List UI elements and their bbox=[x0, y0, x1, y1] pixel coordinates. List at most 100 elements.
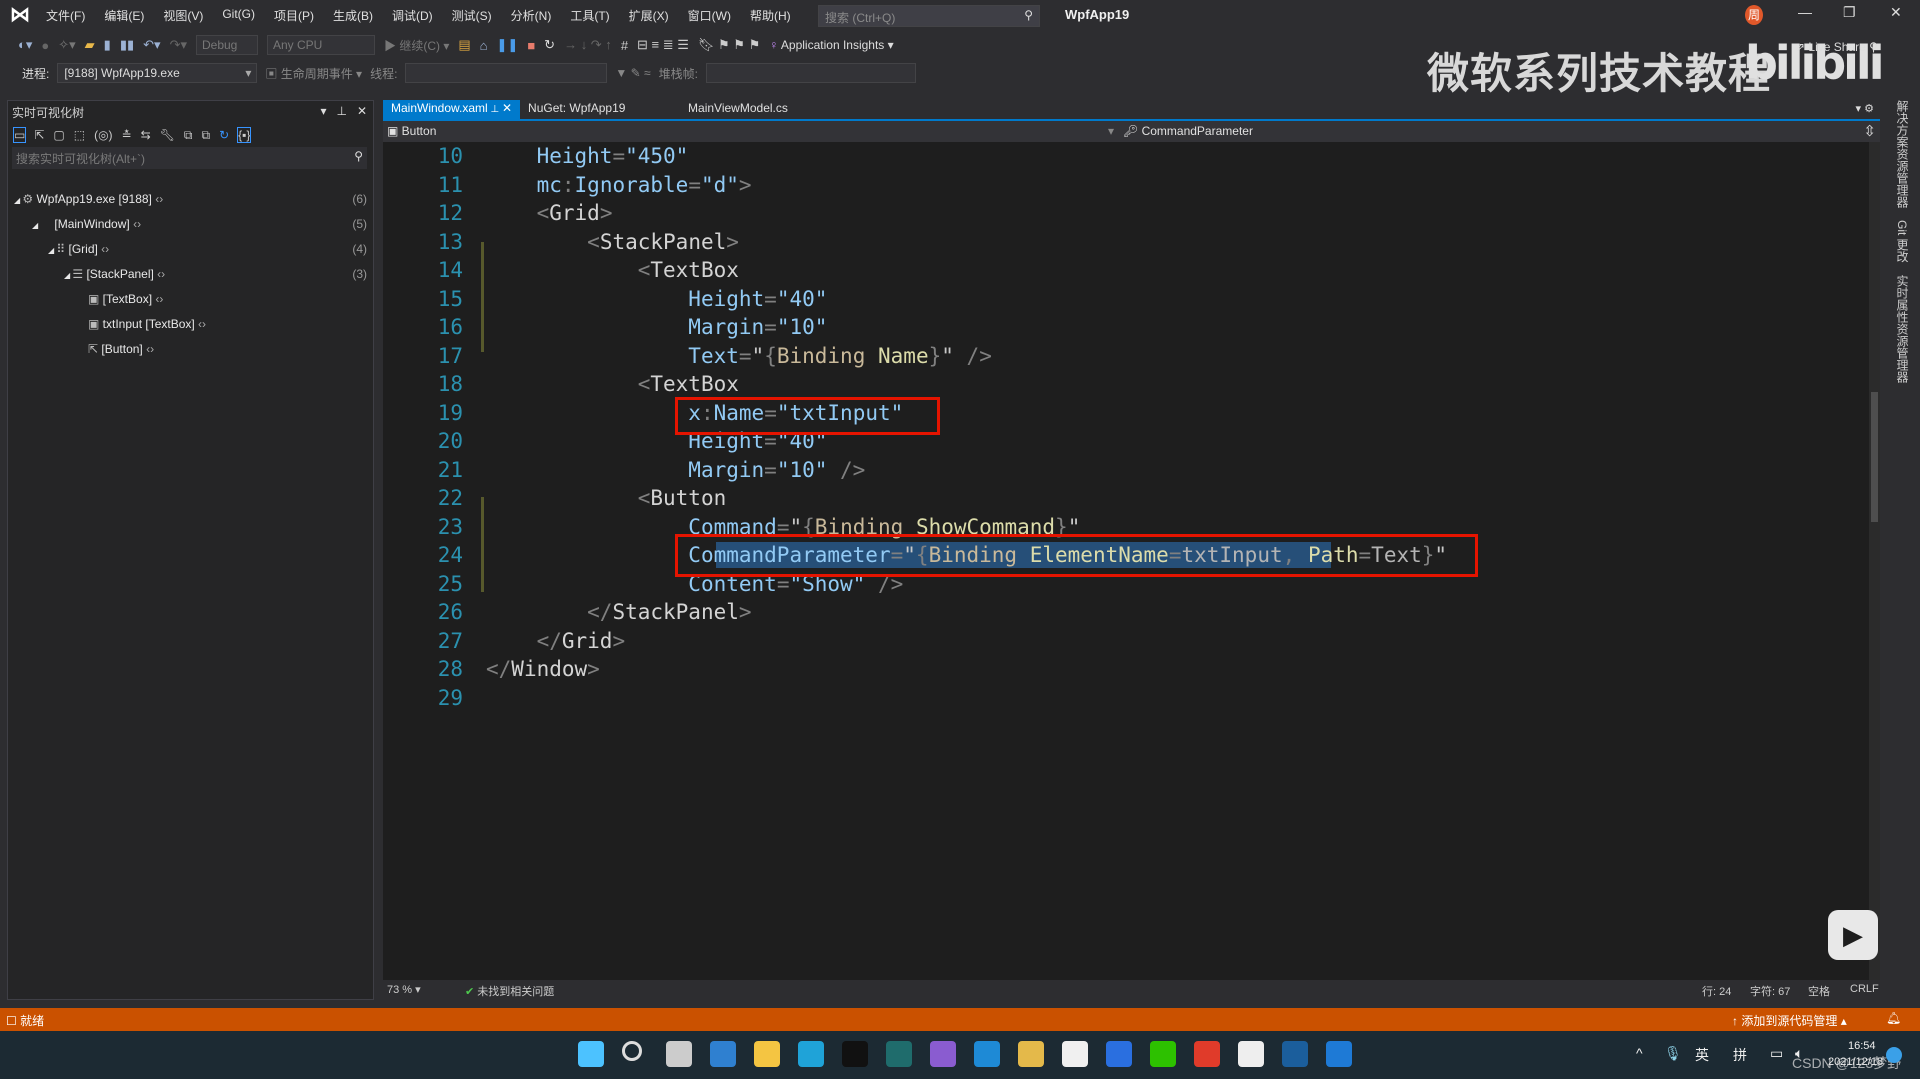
stack-frame-dropdown[interactable] bbox=[705, 63, 916, 83]
step-icons[interactable]: → ↓ ↷ ↑ bbox=[564, 37, 612, 53]
notification-badge-icon[interactable] bbox=[1886, 1047, 1902, 1063]
typora-icon[interactable] bbox=[1238, 1041, 1264, 1067]
lifecycle-events[interactable]: ▣ 生命周期事件 ▾ bbox=[265, 65, 362, 82]
config-dropdown[interactable]: Debug bbox=[195, 35, 258, 55]
tab-mainwindow-xaml[interactable]: MainWindow.xaml ⊥ ✕ bbox=[383, 100, 521, 119]
menu-item[interactable]: 测试(S) bbox=[452, 7, 492, 24]
visual-studio-icon[interactable] bbox=[930, 1041, 956, 1067]
close-tab-icon[interactable]: ✕ bbox=[502, 101, 512, 115]
save-icon[interactable]: ▮ bbox=[104, 37, 111, 53]
forward-icon[interactable]: ● bbox=[41, 38, 49, 53]
pin-icon[interactable]: ⊥ bbox=[488, 104, 502, 115]
tray-overflow-icon[interactable]: ^ bbox=[1636, 1045, 1643, 1061]
file-explorer-icon[interactable] bbox=[754, 1041, 780, 1067]
platform-dropdown[interactable]: Any CPU bbox=[266, 35, 375, 55]
tab-nuget-wpfapp19[interactable]: NuGet: WpfApp19 bbox=[520, 100, 680, 119]
code-line[interactable]: 11 mc:Ignorable="d"> bbox=[383, 171, 1863, 200]
notification-icon[interactable]: 🔔︎ bbox=[1886, 1011, 1901, 1025]
start-icon[interactable] bbox=[578, 1041, 604, 1067]
pin-icon[interactable]: ⊥ bbox=[336, 104, 346, 118]
code-line[interactable]: 22 <Button bbox=[383, 484, 1863, 513]
code-line[interactable]: 13 <StackPanel> bbox=[383, 228, 1863, 257]
ime-mode[interactable]: 拼 bbox=[1733, 1045, 1747, 1065]
bookmark-icons[interactable]: 🔖︎ ⚑ ⚑ ⚑ bbox=[698, 37, 760, 53]
edge-icon[interactable] bbox=[798, 1041, 824, 1067]
app-red-icon[interactable] bbox=[1194, 1041, 1220, 1067]
menu-item[interactable]: 文件(F) bbox=[46, 7, 85, 24]
menu-item[interactable]: 分析(N) bbox=[511, 7, 552, 24]
undo-icon[interactable]: ↶▾ bbox=[143, 37, 160, 53]
power-automate-icon[interactable] bbox=[1106, 1041, 1132, 1067]
hex-icon[interactable]: # bbox=[621, 38, 628, 53]
spaces-indicator[interactable]: 空格 bbox=[1808, 983, 1830, 999]
network-icon[interactable]: ▭ bbox=[1770, 1045, 1783, 1062]
task-view-icon[interactable] bbox=[666, 1041, 692, 1067]
open-icon[interactable]: ▰ bbox=[85, 37, 95, 53]
tab-overflow-icon[interactable]: ▾ ⚙ bbox=[1856, 102, 1874, 115]
code-line[interactable]: 17 Text="{Binding Name}" /> bbox=[383, 342, 1863, 371]
tree-item[interactable]: ◢ [MainWindow] ‹› (5) bbox=[8, 213, 373, 235]
menu-item[interactable]: 窗口(W) bbox=[688, 7, 731, 24]
app-insights-button[interactable]: ♀ Application Insights ▾ bbox=[769, 38, 893, 52]
menu-item[interactable]: 帮助(H) bbox=[750, 7, 791, 24]
code-line[interactable]: 15 Height="40" bbox=[383, 285, 1863, 314]
live-edit-icon[interactable]: ‹› bbox=[152, 292, 163, 306]
preview-icon[interactable]: {▪} bbox=[237, 127, 252, 143]
clock-time[interactable]: 16:54 bbox=[1848, 1040, 1876, 1052]
menu-item[interactable]: 项目(P) bbox=[274, 7, 314, 24]
feedback-icon[interactable]: ⚲ bbox=[1869, 40, 1878, 54]
code-line[interactable]: 19 x:Name="txtInput" bbox=[383, 399, 1863, 428]
minimize-button[interactable]: — bbox=[1798, 4, 1812, 20]
member-dropdown[interactable]: 🔑︎ CommandParameter bbox=[1123, 124, 1253, 138]
tree-item[interactable]: ◢ ⚙ WpfApp19.exe [9188] ‹› (6) bbox=[8, 188, 373, 210]
filter-icons[interactable]: ▼ ✎ ≈ bbox=[615, 66, 650, 80]
code-line[interactable]: 16 Margin="10" bbox=[383, 313, 1863, 342]
search-icon[interactable] bbox=[622, 1041, 642, 1061]
app-teal-icon[interactable] bbox=[886, 1041, 912, 1067]
live-edit-icon[interactable]: ‹› bbox=[154, 267, 165, 281]
menu-item[interactable]: 视图(V) bbox=[163, 7, 203, 24]
menu-item[interactable]: 调试(D) bbox=[392, 7, 433, 24]
store-icon[interactable] bbox=[1062, 1041, 1088, 1067]
app-yellow-icon[interactable] bbox=[1018, 1041, 1044, 1067]
expand-icon[interactable]: ⧉ bbox=[184, 128, 193, 143]
menu-item[interactable]: 工具(T) bbox=[570, 7, 609, 24]
redo-icon[interactable]: ↷▾ bbox=[170, 37, 187, 53]
code-line[interactable]: 20 Height="40" bbox=[383, 427, 1863, 456]
close-window-button[interactable]: ✕ bbox=[1890, 4, 1902, 21]
menu-item[interactable]: 扩展(X) bbox=[629, 7, 669, 24]
expand-arrow-icon[interactable]: ◢ bbox=[32, 221, 40, 230]
live-edit-icon[interactable]: ‹› bbox=[98, 242, 109, 256]
code-line[interactable]: 28 </Window> bbox=[383, 655, 1863, 684]
live-visual-icon[interactable]: ⌂ bbox=[480, 38, 488, 53]
refresh-icon[interactable]: ↻ bbox=[219, 128, 229, 142]
vertical-scrollbar[interactable] bbox=[1869, 142, 1880, 980]
right-tab[interactable]: Git 更改 bbox=[1894, 220, 1911, 263]
eol-indicator[interactable]: CRLF bbox=[1850, 983, 1879, 995]
close-icon[interactable]: ✕ bbox=[357, 104, 367, 118]
qq-icon[interactable] bbox=[842, 1041, 868, 1067]
zoom-level[interactable]: 73 % ▾ bbox=[387, 983, 421, 996]
right-tab[interactable]: 解决方案资源管理器 bbox=[1894, 100, 1911, 208]
collapse-icon[interactable]: ⧉ bbox=[202, 128, 211, 143]
restore-button[interactable]: ❐ bbox=[1843, 4, 1856, 21]
user-avatar[interactable]: 周 bbox=[1745, 5, 1763, 25]
vscode-icon[interactable] bbox=[974, 1041, 1000, 1067]
live-edit-icon[interactable]: ‹› bbox=[195, 317, 206, 331]
right-tab[interactable]: 实时属性资源管理器 bbox=[1894, 275, 1911, 383]
stop-icon[interactable]: ■ bbox=[527, 38, 535, 53]
just-my-xaml-icon[interactable]: ≛ bbox=[122, 128, 132, 142]
tree-item[interactable]: ⇱ [Button] ‹› bbox=[8, 338, 373, 360]
menu-item[interactable]: 编辑(E) bbox=[104, 7, 144, 24]
live-edit-icon[interactable]: ‹› bbox=[143, 342, 154, 356]
widgets-icon[interactable] bbox=[710, 1041, 736, 1067]
track-focus-icon[interactable]: ⬚ bbox=[74, 128, 85, 142]
outline-icons[interactable]: ⊟ ≡ ≣ ☰ bbox=[637, 37, 689, 53]
adorner-icon[interactable]: ▢ bbox=[53, 128, 64, 142]
split-icon[interactable]: ⇳ bbox=[1863, 122, 1876, 140]
tree-item[interactable]: ◢ ☰ [StackPanel] ‹› (3) bbox=[8, 263, 373, 285]
menu-item[interactable]: 生成(B) bbox=[333, 7, 373, 24]
microphone-icon[interactable]: 🎙︎ bbox=[1664, 1045, 1682, 1062]
wechat-icon[interactable] bbox=[1150, 1041, 1176, 1067]
code-line[interactable]: 27 </Grid> bbox=[383, 627, 1863, 656]
